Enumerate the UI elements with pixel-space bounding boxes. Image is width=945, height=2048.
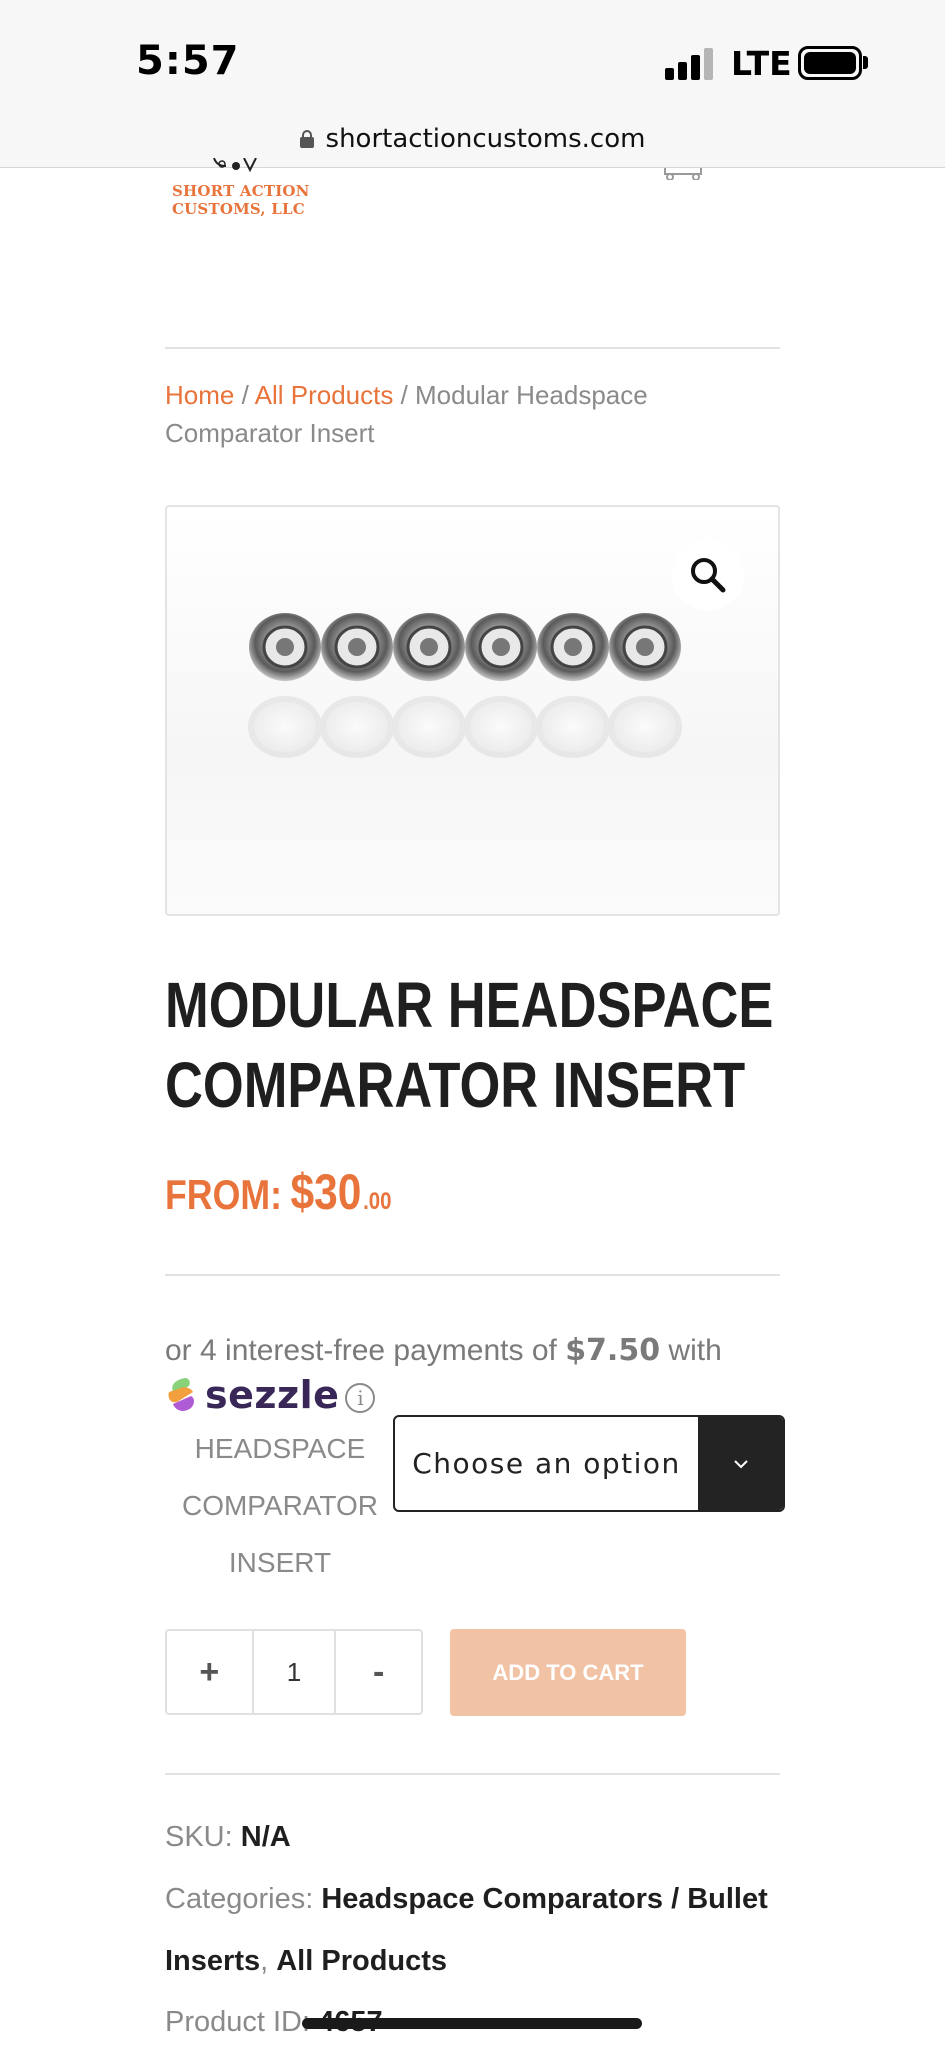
sezzle-mark-icon: [168, 1378, 194, 1411]
quantity-increase-button[interactable]: +: [167, 1631, 252, 1713]
battery-nub: [863, 56, 868, 69]
sezzle-text-after: with: [660, 1334, 722, 1367]
divider: [165, 1773, 780, 1775]
categories-row: Categories: Headspace Comparators / Bull…: [165, 1868, 785, 1992]
divider: [165, 1274, 780, 1276]
cart-icon[interactable]: [660, 168, 706, 180]
sku-label: SKU:: [165, 1821, 241, 1853]
sezzle-brand: sezzle: [205, 1373, 340, 1417]
url-text: shortactioncustoms.com: [325, 123, 646, 154]
breadcrumb-all-products-link[interactable]: All Products: [255, 380, 394, 410]
breadcrumb: Home / All Products / Modular Headspace …: [165, 376, 785, 452]
divider: [165, 347, 780, 349]
cellular-signal-icon: [665, 48, 715, 80]
sezzle-text-before: or 4 interest-free payments of: [165, 1334, 566, 1367]
product-image[interactable]: [165, 505, 780, 916]
categories-label: Categories:: [165, 1883, 322, 1915]
sezzle-logo[interactable]: sezzle i: [165, 1373, 376, 1417]
breadcrumb-separator: /: [234, 380, 255, 410]
quantity-decrease-button[interactable]: -: [336, 1631, 421, 1713]
battery-icon: [798, 46, 862, 80]
variation-label-line: COMPARATOR: [181, 1490, 378, 1521]
sku-value: N/A: [240, 1821, 291, 1853]
variation-label-line: INSERT: [228, 1547, 332, 1578]
address-bar[interactable]: shortactioncustoms.com: [0, 110, 945, 168]
logo-mark-icon: [213, 158, 257, 173]
variation-label-line: HEADSPACE: [194, 1433, 366, 1464]
network-type: LTE: [731, 44, 792, 83]
add-to-cart-button[interactable]: ADD TO CART: [450, 1629, 686, 1716]
product-title: MODULAR HEADSPACE COMPARATOR INSERT: [165, 965, 774, 1125]
chevron-down-icon: [733, 1459, 748, 1468]
variation-label: HEADSPACE COMPARATOR INSERT: [175, 1420, 385, 1591]
breadcrumb-separator: /: [393, 380, 416, 410]
quantity-stepper: + 1 -: [165, 1629, 423, 1715]
category-link-all-products[interactable]: All Products: [276, 1945, 447, 1977]
lock-icon: [299, 129, 314, 148]
variation-select-value: Choose an option: [412, 1447, 681, 1480]
product-id-label: Product ID:: [165, 2006, 319, 2038]
home-indicator[interactable]: [302, 2018, 642, 2029]
price-prefix: FROM:: [165, 1171, 282, 1218]
sezzle-installments-text: or 4 interest-free payments of $7.50 wit…: [165, 1333, 722, 1368]
sezzle-amount: $7.50: [565, 1333, 661, 1368]
price-cents: .00: [363, 1188, 392, 1215]
info-icon[interactable]: i: [345, 1383, 376, 1413]
product-title-line: COMPARATOR INSERT: [165, 1049, 746, 1121]
logo-text: SHORT ACTION CUSTOMS, LLC: [172, 182, 310, 218]
sku-row: SKU: N/A: [165, 1806, 785, 1868]
breadcrumb-home-link[interactable]: Home: [165, 380, 234, 410]
price-amount: $30: [290, 1164, 362, 1220]
select-arrow-button[interactable]: [698, 1417, 783, 1510]
zoom-button[interactable]: [672, 539, 744, 611]
product-price: FROM: $30 .00: [165, 1163, 391, 1221]
category-separator: ,: [260, 1945, 277, 1977]
quantity-input[interactable]: 1: [251, 1631, 337, 1713]
product-title-line: MODULAR HEADSPACE: [165, 969, 774, 1041]
magnifier-icon: [691, 558, 726, 593]
status-time: 5:57: [136, 38, 240, 84]
variation-select[interactable]: Choose an option: [393, 1415, 785, 1512]
site-logo[interactable]: SHORT ACTION CUSTOMS, LLC: [170, 158, 380, 218]
status-bar: 5:57 LTE: [0, 0, 945, 120]
